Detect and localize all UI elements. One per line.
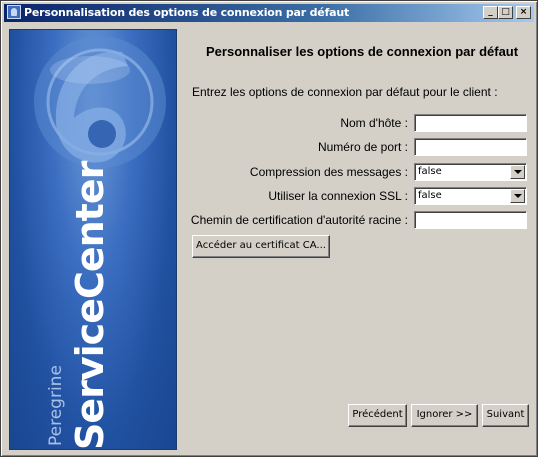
compression-select[interactable]: false xyxy=(414,163,527,181)
minimize-button[interactable]: _ xyxy=(483,6,498,19)
skip-button[interactable]: Ignorer >> xyxy=(411,404,478,427)
ca-path-label: Chemin de certification d'autorité racin… xyxy=(190,213,408,227)
port-input[interactable] xyxy=(414,138,527,156)
compression-label: Compression des messages : xyxy=(249,165,408,179)
ssl-value: false xyxy=(418,190,442,201)
previous-button[interactable]: Précédent xyxy=(348,404,407,427)
window-title: Personnalisation des options de connexio… xyxy=(24,6,350,19)
browse-ca-button[interactable]: Accéder au certificat CA... xyxy=(192,235,330,258)
brand-sidebar: Peregrine ServiceCenter xyxy=(9,29,177,450)
page-heading: Personnaliser les options de connexion p… xyxy=(206,44,519,59)
next-button[interactable]: Suivant xyxy=(482,404,529,427)
intro-text: Entrez les options de connexion par défa… xyxy=(192,85,498,99)
port-label: Numéro de port : xyxy=(317,140,408,154)
app-icon xyxy=(7,5,21,19)
ca-path-input[interactable] xyxy=(414,211,527,229)
host-label: Nom d'hôte : xyxy=(340,116,408,130)
chevron-down-icon[interactable] xyxy=(510,165,525,179)
ssl-label: Utiliser la connexion SSL : xyxy=(268,189,408,203)
host-input[interactable] xyxy=(414,114,527,132)
title-bar[interactable]: Personnalisation des options de connexio… xyxy=(4,4,534,22)
ssl-select[interactable]: false xyxy=(414,187,527,205)
brand-peregrine: Peregrine xyxy=(46,365,66,446)
dialog-window: Personnalisation des options de connexio… xyxy=(0,0,538,457)
close-button[interactable]: × xyxy=(516,6,531,19)
maximize-button[interactable]: □ xyxy=(498,6,513,19)
chevron-down-icon[interactable] xyxy=(510,189,525,203)
compression-value: false xyxy=(418,166,442,177)
brand-servicecenter: ServiceCenter xyxy=(68,161,112,450)
